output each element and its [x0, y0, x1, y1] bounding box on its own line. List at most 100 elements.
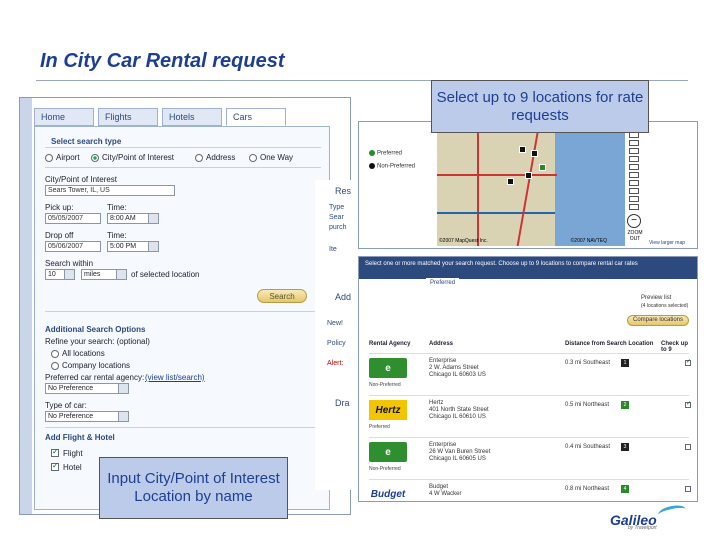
- radio-city-poi[interactable]: City/Point of Interest: [91, 153, 174, 162]
- city-input[interactable]: Sears Tower, IL, US: [45, 185, 175, 196]
- row-map-number: 2: [621, 401, 629, 409]
- radio-icon[interactable]: [51, 361, 59, 370]
- strip-text: Add: [335, 292, 352, 302]
- view-list-link[interactable]: (view list/search): [145, 373, 205, 382]
- location-pin-icon[interactable]: [531, 150, 538, 157]
- map-road: [437, 174, 557, 176]
- tab-cars[interactable]: Cars: [226, 108, 286, 126]
- pickup-date-input[interactable]: 05/05/2007: [45, 213, 101, 224]
- row-distance: 0.4 mi Southeast: [565, 444, 611, 450]
- table-row: e Non-Preferred Enterprise 26 W Van Bure…: [369, 437, 691, 479]
- galileo-logo: Galileo by Travelport: [610, 512, 657, 531]
- map-view[interactable]: ©2007 MapQuest Inc. ©2007 NAVTEQ: [437, 128, 625, 246]
- radio-address[interactable]: Address: [195, 153, 235, 162]
- strip-text: Res: [335, 186, 352, 196]
- row-tag: Non-Preferred: [369, 382, 401, 388]
- strip-text: purch: [329, 224, 347, 231]
- row-distance: 0.3 mi Southeast: [565, 360, 611, 366]
- divider: [45, 427, 321, 428]
- slide-title: In City Car Rental request: [40, 50, 285, 72]
- pickup-time-label: Time:: [107, 203, 127, 212]
- table-row: e Non-Preferred Enterprise 2 W. Adams St…: [369, 353, 691, 395]
- row-address: Hertz 401 North State Street Chicago IL …: [429, 400, 489, 420]
- dropoff-label: Drop off: [45, 231, 74, 240]
- row-checkbox[interactable]: [685, 400, 691, 408]
- hertz-logo: Hertz: [369, 400, 407, 420]
- galileo-swoosh-icon: [657, 503, 687, 521]
- map-legend: Preferred Non-Preferred: [369, 132, 415, 169]
- row-checkbox[interactable]: [685, 358, 691, 366]
- radio-company-locations[interactable]: Company locations: [51, 361, 130, 370]
- strip-text: Type: [329, 204, 345, 211]
- strip-text: Sear: [329, 214, 344, 221]
- row-map-number: 1: [621, 359, 629, 367]
- location-pin-icon[interactable]: [539, 164, 546, 171]
- dropoff-date-input[interactable]: 05/06/2007: [45, 241, 101, 252]
- location-pin-icon[interactable]: [507, 178, 514, 185]
- results-header: Select one or more matched your search r…: [359, 257, 697, 279]
- results-list-screenshot: Select one or more matched your search r…: [358, 256, 698, 502]
- preferred-dot-icon: [369, 150, 375, 156]
- row-checkbox[interactable]: [685, 486, 691, 492]
- distance-select[interactable]: 10: [45, 269, 75, 280]
- add-flight-hotel-title: Add Flight & Hotel: [45, 433, 115, 442]
- tab-hotels[interactable]: Hotels: [162, 108, 222, 126]
- dropoff-time-label: Time:: [107, 231, 127, 240]
- col-check: Check up to 9: [661, 341, 689, 353]
- search-form-panel: Select search type Airport City/Point of…: [34, 126, 330, 510]
- zoom-out-icon[interactable]: −: [627, 214, 641, 228]
- partial-result-strip: Res Type Sear purch Ite Add New! Policy …: [315, 180, 357, 490]
- radio-icon[interactable]: [51, 349, 59, 358]
- enterprise-logo: e: [369, 358, 407, 378]
- search-button[interactable]: Search: [257, 289, 307, 303]
- radio-all-locations[interactable]: All locations: [51, 349, 105, 358]
- preview-count: (4 locations selected): [641, 303, 689, 309]
- divider: [45, 311, 321, 312]
- strip-text: Alert:: [327, 360, 344, 367]
- row-map-number: 4: [621, 485, 629, 493]
- row-distance: 0.8 mi Northeast: [565, 486, 610, 492]
- radio-airport[interactable]: Airport: [45, 153, 80, 162]
- col-distance: Distance from Search Location: [565, 341, 654, 347]
- preview-list-link[interactable]: Preview list: [641, 295, 671, 301]
- form-side-stripe: [20, 98, 32, 514]
- unit-select[interactable]: miles: [81, 269, 127, 280]
- tab-home[interactable]: Home: [34, 108, 94, 126]
- city-label: City/Point of Interest: [45, 175, 118, 184]
- row-address: Budget 4 W Wacker: [429, 484, 462, 497]
- sort-preferred-tab[interactable]: Preferred: [426, 278, 460, 288]
- radio-icon[interactable]: [249, 153, 257, 162]
- map-road: [437, 212, 555, 214]
- add-hotel-checkbox[interactable]: [51, 461, 59, 471]
- add-flight-checkbox[interactable]: [51, 447, 59, 457]
- view-larger-map-link[interactable]: View larger map: [649, 240, 685, 246]
- compare-locations-button[interactable]: Compare locations: [627, 315, 689, 326]
- dropoff-time-select[interactable]: 5:00 PM: [107, 241, 159, 252]
- pickup-time-select[interactable]: 8:00 AM: [107, 213, 159, 224]
- preferred-agency-select[interactable]: No Preference: [45, 383, 129, 394]
- radio-icon[interactable]: [45, 153, 53, 162]
- enterprise-logo: e: [369, 442, 407, 462]
- add-hotel-label: Hotel: [63, 463, 82, 472]
- strip-text: Dra: [335, 398, 350, 408]
- row-checkbox[interactable]: [685, 444, 691, 450]
- car-type-select[interactable]: No Preference: [45, 411, 129, 422]
- location-pin-icon[interactable]: [519, 146, 526, 153]
- row-address: Enterprise 2 W. Adams Street Chicago IL …: [429, 358, 486, 378]
- non-preferred-dot-icon: [369, 162, 375, 169]
- location-pin-icon[interactable]: [525, 172, 532, 179]
- sort-bar: Sort Results By: Preferred: [379, 277, 460, 289]
- radio-selected-icon[interactable]: [91, 153, 99, 162]
- col-agency: Rental Agency: [369, 341, 411, 347]
- row-distance: 0.5 mi Northeast: [565, 402, 610, 408]
- preferred-agency-label: Preferred car rental agency:: [45, 373, 145, 382]
- radio-icon[interactable]: [195, 153, 203, 162]
- strip-text: New!: [327, 320, 343, 327]
- radio-one-way[interactable]: One Way: [249, 153, 293, 162]
- callout-select-locations: Select up to 9 locations for rate reques…: [431, 80, 649, 133]
- col-address: Address: [429, 341, 454, 347]
- car-search-form-screenshot: Home Flights Hotels Cars Select search t…: [19, 97, 351, 515]
- row-map-number: 3: [621, 443, 629, 451]
- tab-flights[interactable]: Flights: [98, 108, 158, 126]
- map-screenshot: Preferred Non-Preferred ©2007 MapQuest I…: [358, 121, 698, 249]
